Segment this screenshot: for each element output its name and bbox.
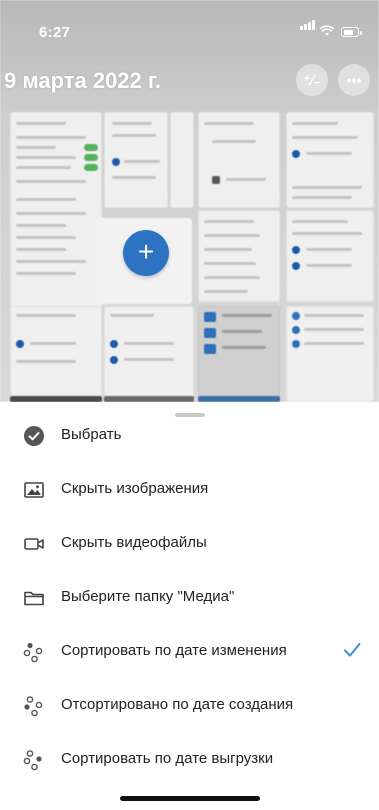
gallery-thumbnail — [286, 112, 374, 208]
battery-icon — [341, 27, 362, 37]
page-title: 9 марта 2022 г. — [4, 68, 161, 93]
menu-item-label: Скрыть изображения — [61, 480, 209, 497]
folder-icon — [24, 591, 44, 606]
menu-item-label: Отсортировано по дате создания — [61, 696, 294, 713]
gallery-thumbnail — [286, 306, 374, 402]
menu-item-hide-videos[interactable]: Скрыть видеофайлы — [0, 518, 379, 572]
menu-item-choose-media-folder[interactable]: Выберите папку "Медиа" — [0, 572, 379, 626]
menu-item-sort-by-uploaded[interactable]: Сортировать по дате выгрузки — [0, 734, 379, 788]
options-sheet: Выбрать Скрыть изображения Скрыть видеоф… — [0, 402, 379, 810]
screen: + 6:27 9 марта 2022 г. ⁺∕₋ ••• Выбрать С… — [0, 0, 379, 810]
gallery-thumbnail — [104, 306, 194, 402]
sort-icon — [23, 750, 42, 771]
gallery-thumbnail — [10, 306, 102, 402]
image-icon — [24, 482, 44, 498]
add-button[interactable]: + — [123, 230, 169, 276]
gallery-thumbnail — [170, 112, 194, 208]
more-options-button[interactable]: ••• — [338, 64, 370, 96]
zoom-toggle-button[interactable]: ⁺∕₋ — [296, 64, 328, 96]
status-bar: 6:27 — [0, 0, 379, 60]
menu-item-label: Выбрать — [61, 426, 122, 443]
sort-icon — [23, 642, 43, 663]
menu-item-hide-images[interactable]: Скрыть изображения — [0, 464, 379, 518]
sort-icon — [24, 696, 43, 717]
home-indicator[interactable] — [120, 796, 260, 801]
menu-item-label: Выберите папку "Медиа" — [61, 588, 235, 605]
checkmark-circle-icon — [24, 426, 44, 446]
menu-item-label: Сортировать по дате выгрузки — [61, 750, 274, 767]
gallery-thumbnail — [198, 112, 280, 208]
media-gallery-background — [0, 0, 379, 402]
gallery-thumbnail — [198, 210, 280, 302]
menu-item-label: Скрыть видеофайлы — [61, 534, 207, 551]
menu-item-sort-by-modified[interactable]: Сортировать по дате изменения — [0, 626, 379, 680]
checkmark-icon — [344, 643, 361, 657]
menu-item-select[interactable]: Выбрать — [0, 410, 379, 464]
menu-item-label: Сортировать по дате изменения — [61, 642, 287, 659]
video-camera-icon — [24, 538, 44, 550]
wifi-icon — [320, 25, 334, 36]
status-time: 6:27 — [39, 24, 71, 41]
menu-item-sort-by-created[interactable]: Отсортировано по дате создания — [0, 680, 379, 734]
gallery-thumbnail — [286, 210, 374, 302]
